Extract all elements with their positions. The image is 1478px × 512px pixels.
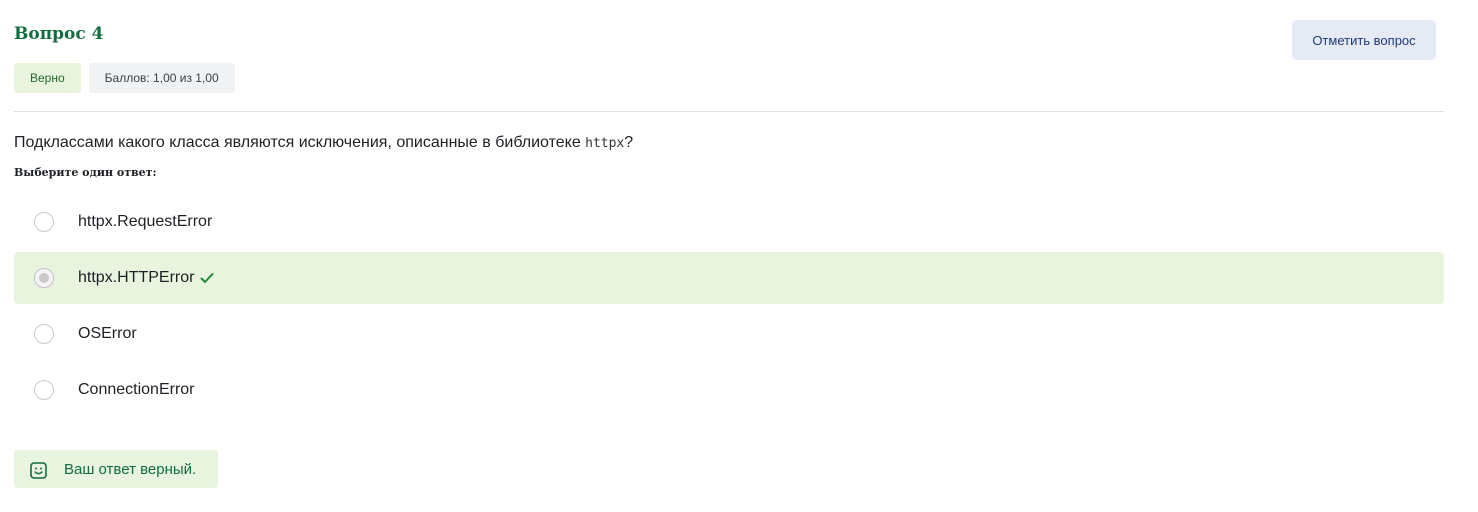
question-text-main: Подклассами какого класса являются исклю… xyxy=(14,134,586,151)
question-info-badges: Верно Баллов: 1,00 из 1,00 xyxy=(14,63,235,93)
answer-radio[interactable] xyxy=(34,212,54,232)
check-icon xyxy=(200,273,214,283)
answer-option[interactable]: httpx.RequestError xyxy=(14,196,1444,248)
question-code: httpx xyxy=(585,136,625,151)
answer-label: OSError xyxy=(78,325,137,343)
smile-icon xyxy=(30,461,47,479)
status-badge: Верно xyxy=(14,63,81,93)
answer-radio[interactable] xyxy=(34,324,54,344)
answer-label-text: httpx.HTTPError xyxy=(78,269,195,286)
answer-option[interactable]: ConnectionError xyxy=(14,364,1444,416)
answer-label: httpx.RequestError xyxy=(78,213,212,231)
question-text: Подклассами какого класса являются исклю… xyxy=(14,132,633,155)
answer-label-text: OSError xyxy=(78,325,137,342)
feedback-text: Ваш ответ верный. xyxy=(64,460,197,478)
answer-option[interactable]: OSError xyxy=(14,308,1444,360)
answer-list: httpx.RequestError httpx.HTTPError OSErr… xyxy=(14,196,1444,420)
answer-label: ConnectionError xyxy=(78,381,195,399)
answer-option-correct[interactable]: httpx.HTTPError xyxy=(14,252,1444,304)
answer-label-text: ConnectionError xyxy=(78,381,195,398)
divider xyxy=(14,111,1444,112)
feedback-box: Ваш ответ верный. xyxy=(14,450,219,488)
grade-badge: Баллов: 1,00 из 1,00 xyxy=(88,63,235,93)
question-title: Вопрос 4 xyxy=(14,24,104,44)
answer-label-text: httpx.RequestError xyxy=(78,213,213,230)
answer-radio-selected[interactable] xyxy=(34,268,54,288)
question-card: Вопрос 4 Отметить вопрос Верно Баллов: 1… xyxy=(0,0,1478,512)
answer-label: httpx.HTTPError xyxy=(78,269,214,287)
answer-radio[interactable] xyxy=(34,380,54,400)
flag-question-button[interactable]: Отметить вопрос xyxy=(1292,20,1436,60)
answer-prompt: Выберите один ответ: xyxy=(14,166,157,179)
question-text-end: ? xyxy=(624,134,634,151)
